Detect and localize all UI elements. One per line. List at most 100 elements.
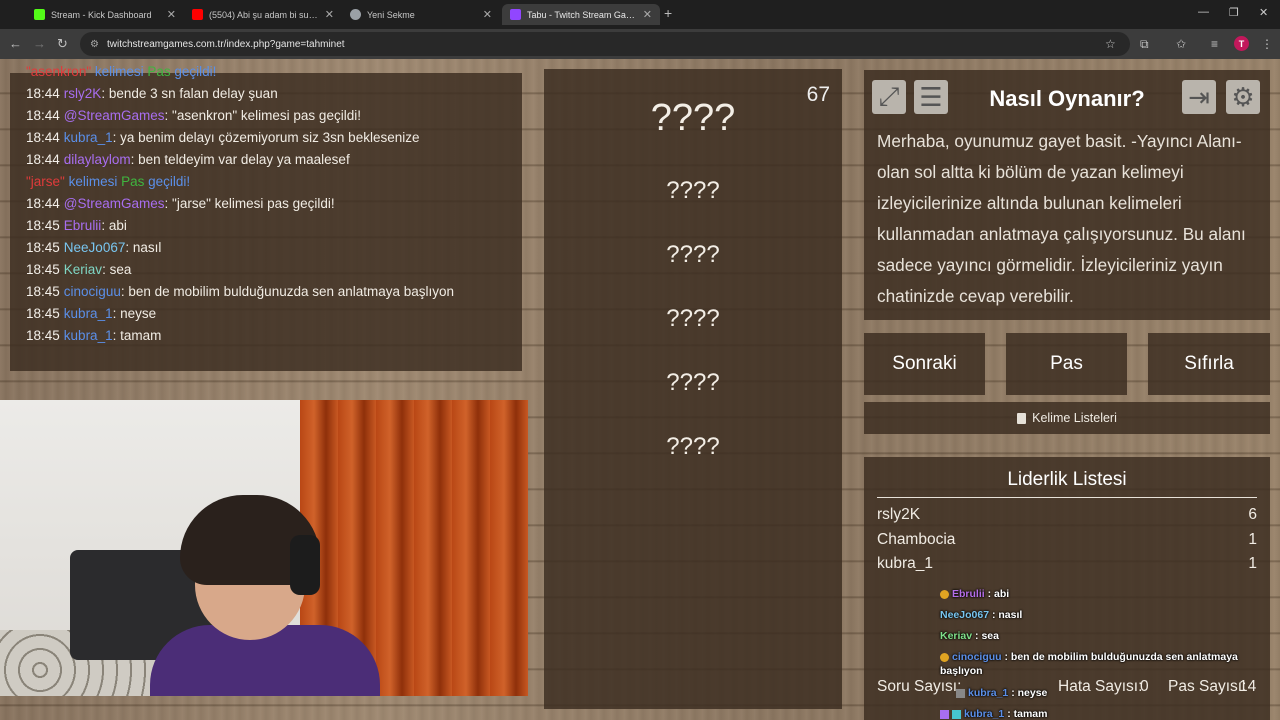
game-page: "asenkron" kelimesi Pas geçildi! 18:44 rs…	[0, 59, 1280, 720]
menu-icon[interactable]: ⋮	[1261, 37, 1273, 51]
leaderboard-title: Liderlik Listesi	[877, 469, 1257, 498]
overlay-chat-row: Keriav : sea	[940, 626, 1260, 647]
chat-time: 18:44	[26, 130, 60, 145]
chat-username[interactable]: @StreamGames	[64, 196, 165, 211]
overlay-username: kubra_1	[968, 687, 1009, 699]
globe-icon	[350, 9, 361, 20]
next-button[interactable]: Sonraki	[864, 333, 985, 395]
chat-username[interactable]: @StreamGames	[64, 108, 165, 123]
overlay-username: Ebrulii	[952, 588, 985, 600]
streamer	[150, 495, 380, 696]
overlay-chat-row: cinociguu : ben de mobilim bulduğunuzda …	[940, 647, 1260, 683]
minimize-icon[interactable]: —	[1198, 6, 1209, 18]
tab-new-tab[interactable]: Yeni Sekme ✕	[342, 4, 500, 25]
pass-button[interactable]: Pas	[1006, 333, 1127, 395]
player-score: 1	[1248, 555, 1257, 572]
tab-label: Stream - Kick Dashboard	[51, 9, 152, 20]
word-lists-button[interactable]: Kelime Listeleri	[864, 402, 1270, 434]
badge-icon	[940, 709, 949, 719]
close-window-icon[interactable]: ✕	[1259, 6, 1268, 19]
back-icon[interactable]: ←	[9, 36, 22, 51]
twitch-icon	[510, 9, 521, 20]
chat-username[interactable]: rsly2K	[64, 86, 102, 101]
webcam-feed	[0, 400, 528, 696]
chat-text: : tamam	[112, 328, 162, 343]
stream-chat-panel: "asenkron" kelimesi Pas geçildi! 18:44 rs…	[10, 64, 522, 371]
forward-icon[interactable]: →	[33, 36, 46, 51]
chat-system-message: "jarse" kelimesi Pas geçildi!	[26, 171, 522, 193]
chat-text: : ben de mobilim bulduğunuzda sen anlatm…	[120, 284, 455, 299]
overlay-username: Keriav	[940, 630, 973, 642]
forbidden-word: ????	[666, 177, 720, 204]
overlay-chat-row: kubra_1 : tamam	[940, 704, 1260, 720]
bookmark-star-icon[interactable]: ☆	[1105, 37, 1116, 51]
chat-username[interactable]: Ebrulii	[64, 218, 102, 233]
overlay-username: NeeJo067	[940, 609, 990, 621]
chat-text: : nasıl	[125, 240, 162, 255]
chat-username[interactable]: kubra_1	[64, 130, 113, 145]
chat-username[interactable]: kubra_1	[64, 306, 113, 321]
close-icon[interactable]: ✕	[483, 8, 492, 21]
badge-icon	[940, 652, 949, 662]
chat-username[interactable]: dilaylaylom	[64, 152, 131, 167]
close-icon[interactable]: ✕	[167, 8, 176, 21]
favorites-icon[interactable]: ✩	[1176, 37, 1186, 51]
chat-time: 18:44	[26, 152, 60, 167]
tab-youtube[interactable]: (5504) Abi şu adam bi sussun n ✕	[184, 4, 342, 25]
chat-message: 18:44 dilaylaylom: ben teldeyim var delay…	[26, 149, 522, 171]
extensions-icon[interactable]: ⧉	[1140, 37, 1149, 52]
badge-icon	[952, 709, 961, 719]
overlay-chat-row: Ebrulii : abi	[940, 584, 1260, 605]
chat-username[interactable]: NeeJo067	[64, 240, 126, 255]
chat-time: 18:45	[26, 328, 60, 343]
close-icon[interactable]: ✕	[643, 8, 652, 21]
chat-text: : "asenkron" kelimesi pas geçildi!	[164, 108, 361, 123]
badge-icon	[940, 589, 949, 599]
overlay-username: cinociguu	[952, 651, 1002, 663]
chat-word: "asenkron"	[26, 64, 92, 79]
chat-time: 18:44	[26, 108, 60, 123]
chat-time: 18:45	[26, 240, 60, 255]
profile-avatar[interactable]: T	[1234, 36, 1249, 51]
new-tab-button[interactable]: +	[664, 5, 672, 21]
how-to-play-panel: ⤢ ☰ ⇥ ⚙ Nasıl Oynanır? Merhaba, oyunumuz…	[864, 70, 1270, 320]
clipboard-icon	[1017, 412, 1027, 424]
chat-text: kelimesi	[91, 64, 148, 79]
reading-list-icon[interactable]: ≡	[1211, 37, 1218, 51]
chat-text: : "jarse" kelimesi pas geçildi!	[164, 196, 335, 211]
chat-message: 18:44 @StreamGames: "asenkron" kelimesi p…	[26, 105, 522, 127]
chat-username[interactable]: kubra_1	[64, 328, 113, 343]
help-title: Nasıl Oynanır?	[989, 86, 1145, 111]
address-bar[interactable]: ⚙ twitchstreamgames.com.tr/index.php?gam…	[80, 32, 1130, 56]
chat-message: 18:45 NeeJo067: nasıl	[26, 237, 522, 259]
chat-username[interactable]: cinociguu	[64, 284, 121, 299]
overlay-text: : sea	[972, 630, 999, 642]
chat-message: 18:45 kubra_1: tamam	[26, 325, 522, 347]
restore-icon[interactable]: ❐	[1229, 6, 1239, 19]
tab-kick-dashboard[interactable]: Stream - Kick Dashboard ✕	[26, 4, 184, 25]
chat-text: : neyse	[112, 306, 157, 321]
youtube-icon	[192, 9, 203, 20]
chat-time: 18:45	[26, 262, 60, 277]
forbidden-word: ????	[666, 369, 720, 396]
chat-username[interactable]: Keriav	[64, 262, 102, 277]
chat-text: geçildi!	[170, 64, 217, 79]
overlay-text: : neyse	[1008, 687, 1048, 699]
help-text: Merhaba, oyunumuz gayet basit. -Yayıncı …	[877, 131, 1246, 306]
forbidden-word: ????	[666, 305, 720, 332]
streamer-headset	[290, 535, 320, 595]
close-icon[interactable]: ✕	[325, 8, 334, 21]
kick-icon	[34, 9, 45, 20]
leaderboard-row: rsly2K 6	[877, 506, 1257, 530]
site-info-icon[interactable]: ⚙	[90, 39, 99, 50]
main-word: ????	[650, 97, 736, 139]
reset-button[interactable]: Sıfırla	[1148, 333, 1270, 395]
reload-icon[interactable]: ↻	[57, 36, 68, 52]
tab-tabu-active[interactable]: Tabu - Twitch Stream Games ✕	[502, 4, 660, 25]
chat-text: : abi	[101, 218, 127, 233]
chat-pass: Pas	[121, 174, 145, 189]
chat-text: : sea	[102, 262, 132, 277]
overlay-text: : nasıl	[989, 609, 1023, 621]
chat-time: 18:45	[26, 306, 60, 321]
overlay-text: : tamam	[1004, 708, 1048, 720]
